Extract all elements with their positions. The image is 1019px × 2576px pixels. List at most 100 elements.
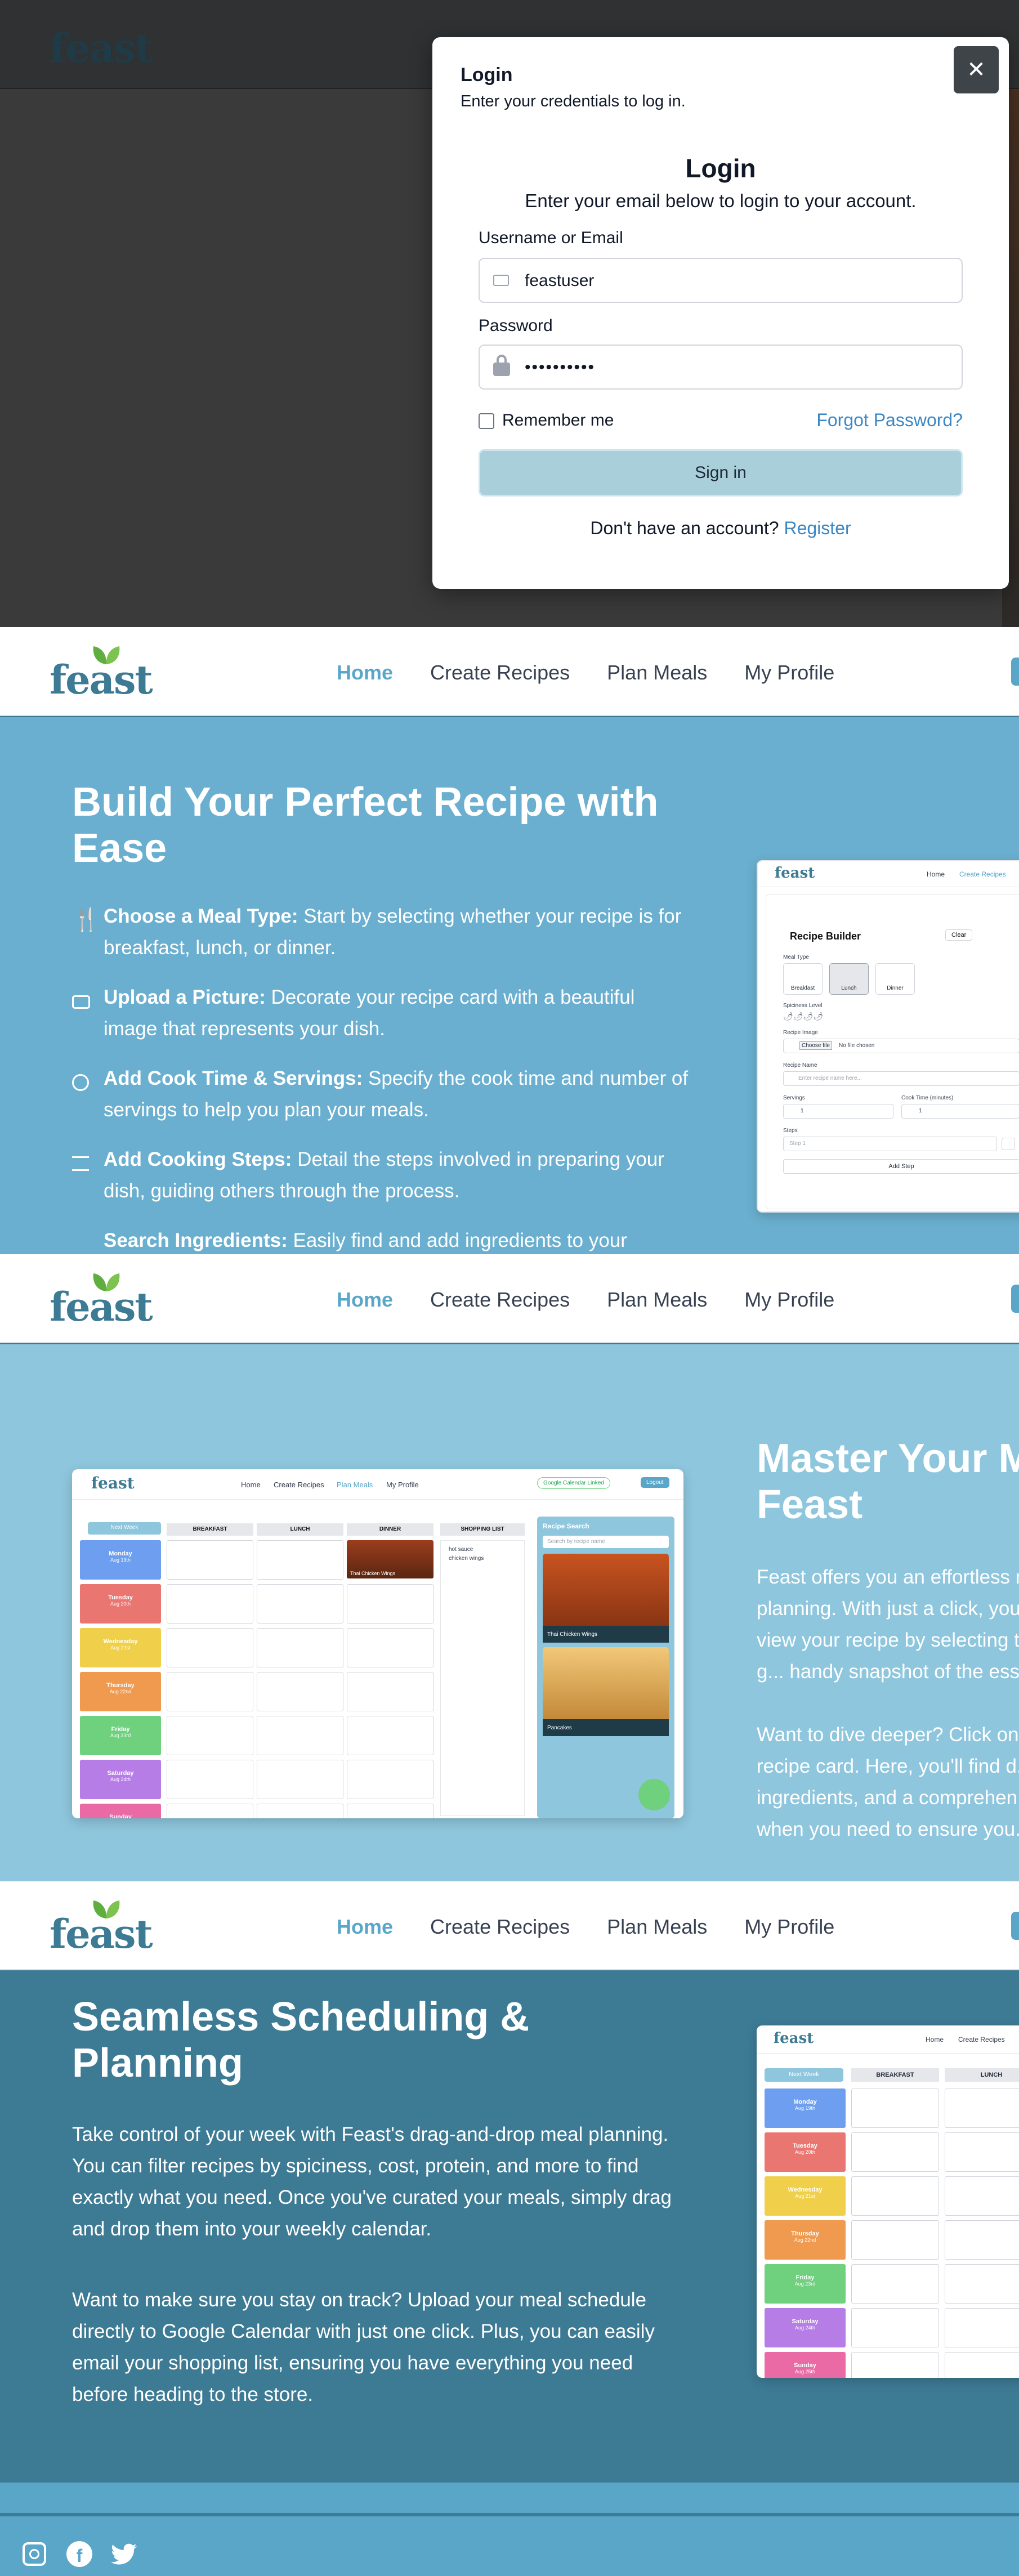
remember-label: Remember me — [502, 411, 614, 430]
mock-chat-bubble — [638, 1779, 670, 1810]
mock-day-badge: Friday Aug 23rd — [765, 2264, 846, 2304]
mock-day-date: Aug 21st — [795, 2193, 815, 2199]
mock-lunch: Lunch — [829, 963, 869, 995]
mock-day-date: Aug 23rd — [794, 2281, 816, 2287]
username-field[interactable]: feastuser — [479, 258, 963, 303]
mock-day-name: Monday — [793, 2099, 817, 2105]
logo[interactable]: feast — [50, 1900, 153, 1957]
section2-para2: Want to dive deeper? Click on the recipe… — [757, 1724, 1019, 1840]
feature-bold: Upload a Picture: — [104, 986, 266, 1008]
mock-day-badge: Thursday Aug 22nd — [765, 2220, 846, 2260]
mock-meal-slot — [347, 1672, 433, 1711]
mock-meal-slot — [851, 2352, 939, 2378]
nav-create-recipes[interactable]: Create Recipes — [430, 661, 570, 685]
mock-meal-slot — [945, 2308, 1019, 2347]
nav-create-recipes[interactable]: Create Recipes — [430, 1288, 570, 1312]
mock-meal-slot — [945, 2264, 1019, 2304]
nav-login-button[interactable] — [1011, 1912, 1019, 1940]
nav-my-profile[interactable]: My Profile — [744, 661, 834, 685]
logo[interactable]: feast — [50, 1273, 153, 1330]
utensils-icon: 🍴 — [72, 907, 100, 932]
nav-links: Home Create Recipes Plan Meals My Profil… — [337, 661, 834, 685]
mock-result-card: Pancakes — [543, 1647, 669, 1736]
mock-logo: feast — [91, 1474, 135, 1492]
mock-breakfast: Breakfast — [783, 963, 823, 995]
register-row: Don't have an account? Register — [432, 518, 1009, 539]
nav-my-profile[interactable]: My Profile — [744, 1915, 834, 1939]
no-account-text: Don't have an account? — [590, 518, 779, 538]
nav-plan-meals[interactable]: Plan Meals — [607, 1915, 707, 1939]
nav-plan-meals[interactable]: Plan Meals — [607, 661, 707, 685]
mock-day-date: Aug 20th — [110, 1601, 131, 1607]
logo[interactable]: feast — [50, 646, 153, 703]
signin-button[interactable]: Sign in — [479, 449, 963, 497]
mock-col-header: DINNER — [347, 1523, 433, 1536]
close-button[interactable]: ✕ — [954, 46, 999, 93]
section1-title: Build Your Perfect Recipe with Ease — [72, 780, 659, 871]
mock-col-header: LUNCH — [257, 1523, 343, 1536]
mock-day-badge: Tuesday Aug 20th — [80, 1584, 161, 1624]
feature-text: Easily find and add ingredients to your — [287, 1229, 627, 1251]
feature-bold: Add Cooking Steps: — [104, 1148, 292, 1170]
password-field[interactable]: •••••••••• — [479, 345, 963, 390]
backdrop-logo: feast — [50, 25, 153, 71]
recipe-builder-screenshot: feast Home Create Recipes Recipe Builder… — [757, 860, 1019, 1213]
calendar-screenshot: feast Home Create Recipes Next Week BREA… — [757, 2025, 1019, 2378]
mock-day-name: Wednesday — [103, 1638, 138, 1645]
mock-day-date: Aug 20th — [794, 2149, 816, 2155]
logo-text: feast — [50, 656, 153, 703]
mock-meal-slot — [167, 1540, 253, 1580]
mock-servings-label: Servings — [783, 1095, 805, 1101]
navbar-2: feast Home Create Recipes Plan Meals My … — [0, 1254, 1019, 1343]
mock-day-badge: Saturday Aug 24th — [765, 2308, 846, 2347]
nav-plan-meals[interactable]: Plan Meals — [607, 1288, 707, 1312]
mock-meal-slot — [257, 1804, 343, 1818]
mock-day-date: Aug 19th — [794, 2105, 816, 2111]
mock-meal-slot — [851, 2088, 939, 2128]
twitter-icon[interactable] — [110, 2543, 138, 2566]
nav-create-recipes[interactable]: Create Recipes — [430, 1915, 570, 1939]
logo-text: feast — [50, 1911, 153, 1957]
navbar-1: feast Home Create Recipes Plan Meals My … — [0, 627, 1019, 716]
password-value: •••••••••• — [525, 358, 596, 377]
nav-login-button[interactable] — [1011, 1285, 1019, 1313]
username-value: feastuser — [525, 271, 595, 290]
register-link[interactable]: Register — [784, 518, 851, 538]
mock-day-date: Aug 25th — [794, 2369, 816, 2374]
mock-cook-label: Cook Time (minutes) — [901, 1095, 954, 1101]
mock-meal-slot — [167, 1716, 253, 1755]
forgot-password-link[interactable]: Forgot Password? — [816, 410, 963, 431]
mock-meal-slot — [945, 2176, 1019, 2216]
mock-meal-slot — [945, 2088, 1019, 2128]
mock-logo: feast — [774, 2030, 814, 2047]
mock-meal-slot — [347, 1716, 433, 1755]
mock-meal-slot — [167, 1760, 253, 1799]
instagram-icon[interactable] — [23, 2542, 46, 2566]
mock-next-week: Next Week — [88, 1522, 161, 1535]
feature-bold: Add Cook Time & Servings: — [104, 1067, 363, 1089]
mock-day-badge: Wednesday Aug 21st — [80, 1628, 161, 1667]
mock-col-header: BREAKFAST — [167, 1523, 253, 1536]
mock-nav-plan: Plan Meals — [337, 1481, 373, 1489]
nav-my-profile[interactable]: My Profile — [744, 1288, 834, 1312]
nav-login-button[interactable] — [1011, 658, 1019, 686]
mock-meal-slot — [945, 2352, 1019, 2378]
nav-links: Home Create Recipes Plan Meals My Profil… — [337, 1915, 834, 1939]
mock-col-header: BREAKFAST — [851, 2068, 939, 2082]
meal-planner-screenshot: feast Home Create Recipes Plan Meals My … — [72, 1469, 683, 1818]
mock-servings-value: 1 — [783, 1104, 893, 1119]
mock-logo: feast — [775, 865, 815, 882]
nav-home[interactable]: Home — [337, 661, 393, 685]
mock-day-name: Sunday — [109, 1814, 132, 1818]
facebook-icon[interactable]: f — [66, 2541, 92, 2567]
mock-meal-slot — [851, 2264, 939, 2304]
nav-home[interactable]: Home — [337, 1915, 393, 1939]
mock-name-placeholder: Enter recipe name here... — [798, 1075, 862, 1081]
nav-home[interactable]: Home — [337, 1288, 393, 1312]
section2-para1: Feast offers you an effortless meal plan… — [757, 1566, 1019, 1683]
remember-checkbox[interactable] — [479, 413, 494, 429]
mock-day-date: Aug 24th — [110, 1777, 131, 1782]
mock-day-name: Sunday — [794, 2362, 816, 2369]
mock-no-file: No file chosen — [839, 1043, 875, 1049]
login-subtitle: Enter your email below to login to your … — [525, 190, 917, 211]
